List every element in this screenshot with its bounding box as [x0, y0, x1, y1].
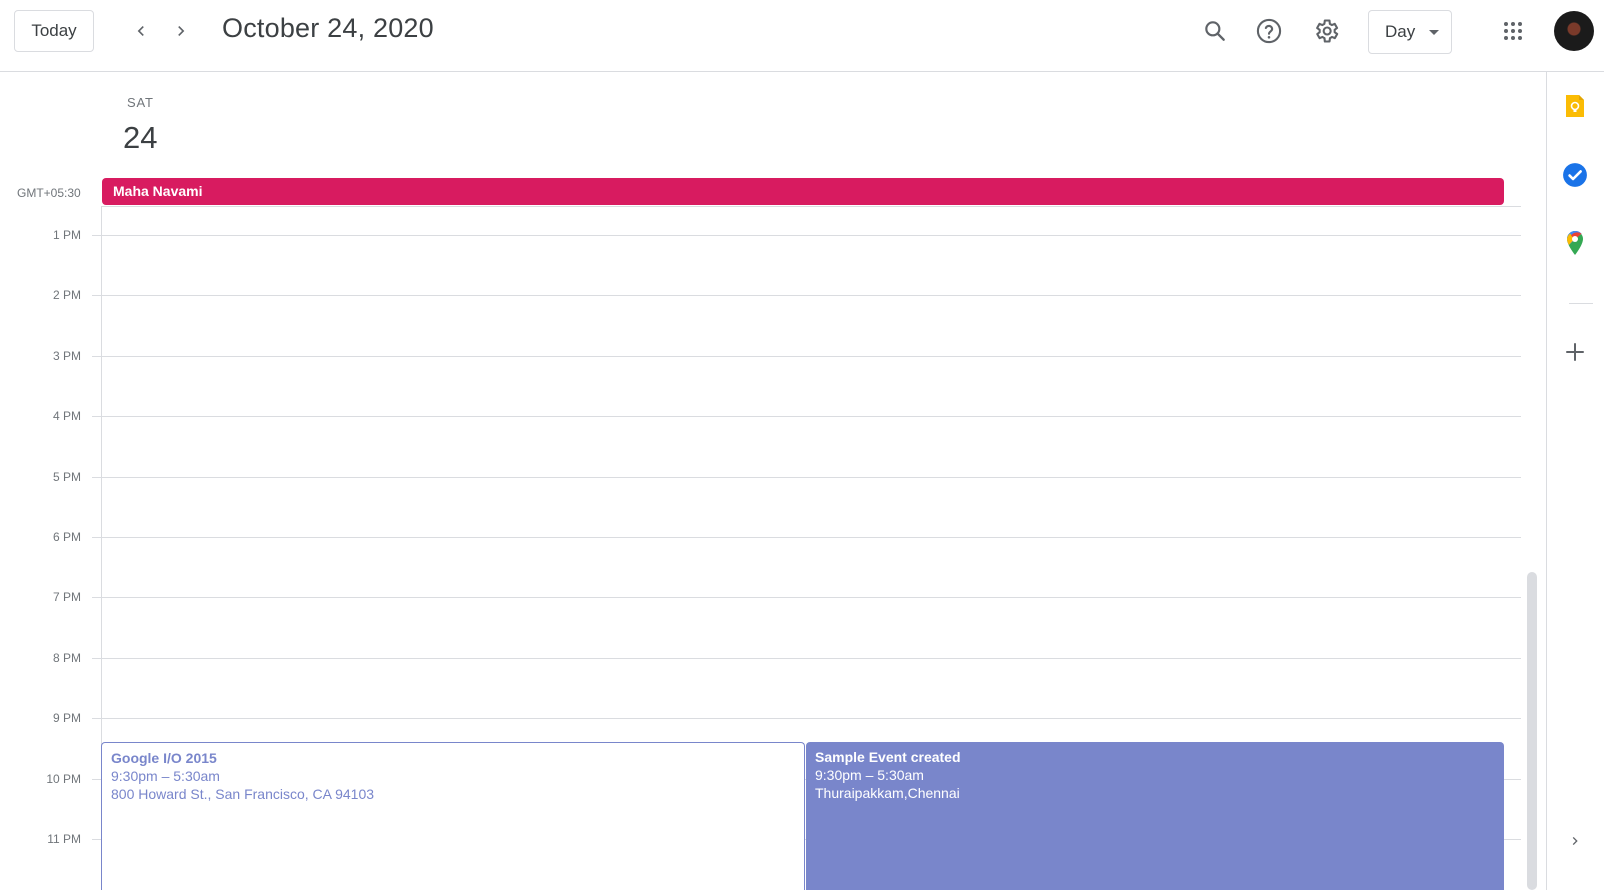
hour-gridline: [92, 718, 1521, 719]
next-day-button[interactable]: [164, 14, 198, 48]
account-avatar[interactable]: [1554, 11, 1594, 51]
apps-grid-icon: [1504, 22, 1522, 40]
day-number[interactable]: 24: [123, 120, 157, 156]
hour-label: 10 PM: [46, 772, 81, 786]
event-title: Google I/O 2015: [111, 750, 217, 766]
event-title: Sample Event created: [815, 749, 961, 765]
help-button[interactable]: [1250, 12, 1288, 50]
chevron-right-icon: [178, 26, 185, 36]
keep-icon: [1566, 95, 1584, 117]
hour-label: 9 PM: [52, 711, 81, 725]
add-icon: [1566, 343, 1584, 361]
all-day-divider: [101, 206, 1521, 207]
hour-label: 3 PM: [52, 349, 81, 363]
hour-label: 11 PM: [47, 832, 81, 846]
hour-label: 7 PM: [52, 590, 81, 604]
previous-day-button[interactable]: [124, 14, 158, 48]
hour-gridline: [92, 477, 1521, 478]
hour-gridline: [92, 416, 1521, 417]
dropdown-caret-icon: [1429, 30, 1439, 35]
hour-gridline: [92, 537, 1521, 538]
event-card[interactable]: Google I/O 2015 9:30pm – 5:30am 800 Howa…: [101, 742, 805, 890]
scrollbar-thumb[interactable]: [1527, 572, 1537, 890]
maps-button[interactable]: [1561, 229, 1589, 257]
today-button[interactable]: Today: [14, 10, 94, 52]
event-location: Thuraipakkam,Chennai: [815, 785, 960, 801]
event-time: 9:30pm – 5:30am: [111, 768, 220, 784]
hour-label: 5 PM: [52, 470, 81, 484]
keep-button[interactable]: [1561, 92, 1589, 120]
all-day-event[interactable]: Maha Navami: [102, 178, 1504, 205]
view-selector[interactable]: Day: [1368, 10, 1452, 54]
gear-icon: [1316, 19, 1339, 43]
hour-gridline: [92, 658, 1521, 659]
help-icon: [1256, 18, 1282, 44]
search-icon: [1205, 21, 1225, 41]
add-addon-button[interactable]: [1561, 338, 1589, 366]
chevron-right-icon: [1572, 837, 1578, 845]
search-button[interactable]: [1196, 12, 1234, 50]
expand-panel-button[interactable]: [1561, 827, 1589, 855]
chevron-left-icon: [137, 26, 144, 36]
hour-label: 8 PM: [52, 651, 81, 665]
side-panel: [1546, 72, 1604, 890]
tasks-icon: [1563, 163, 1587, 187]
hour-gridline: [92, 597, 1521, 598]
hour-gridline: [92, 235, 1521, 236]
hour-label: 2 PM: [52, 288, 81, 302]
hour-label: 6 PM: [52, 530, 81, 544]
apps-button[interactable]: [1494, 12, 1532, 50]
weekday-label: SAT: [127, 95, 154, 110]
top-bar: Today October 24, 2020 Day: [0, 0, 1604, 72]
event-location: 800 Howard St., San Francisco, CA 94103: [111, 786, 375, 802]
side-panel-divider: [1569, 303, 1593, 304]
event-time: 9:30pm – 5:30am: [815, 767, 924, 783]
tasks-button[interactable]: [1561, 161, 1589, 189]
settings-button[interactable]: [1307, 12, 1345, 50]
timezone-label: GMT+05:30: [17, 186, 81, 200]
hour-label: 4 PM: [52, 409, 81, 423]
current-date-title: October 24, 2020: [222, 13, 434, 43]
hour-label: 1 PM: [52, 228, 81, 242]
hour-gridline: [92, 356, 1521, 357]
maps-icon: [1567, 230, 1583, 255]
event-card[interactable]: Sample Event created 9:30pm – 5:30am Thu…: [806, 742, 1504, 890]
view-selector-label: Day: [1385, 22, 1416, 41]
hour-gridline: [92, 295, 1521, 296]
